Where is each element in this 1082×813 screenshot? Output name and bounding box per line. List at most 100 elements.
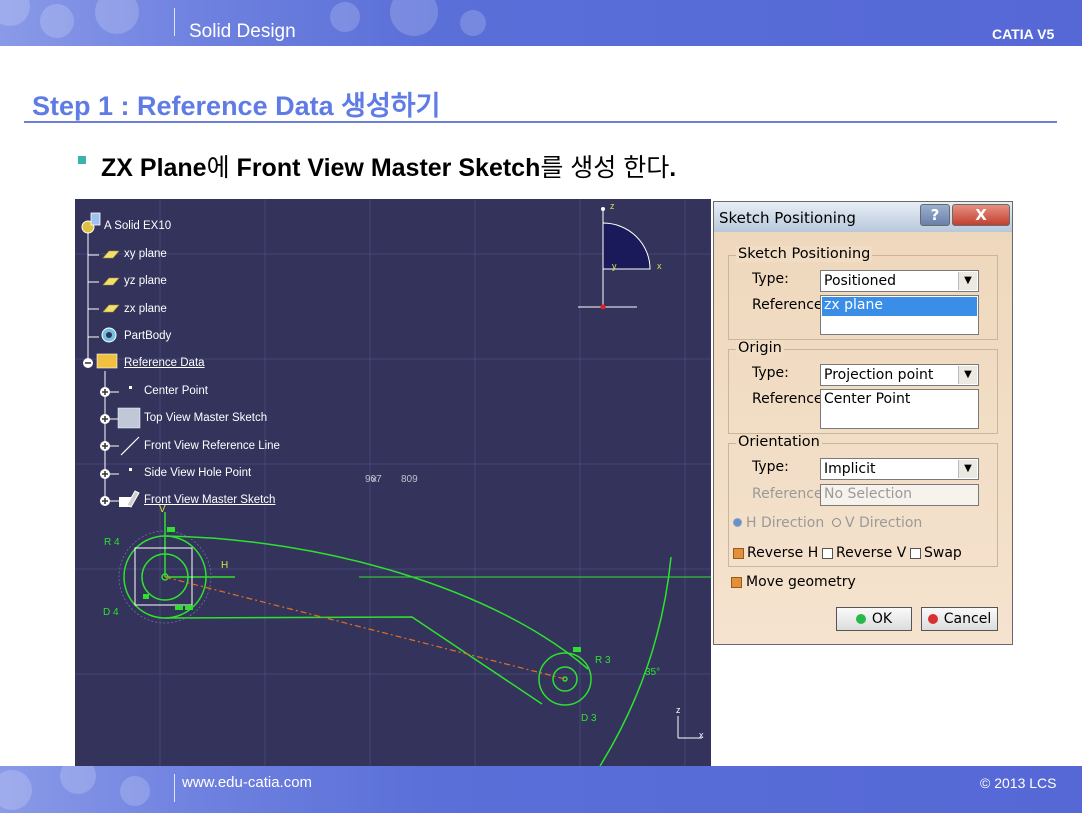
chevron-down-icon[interactable]: ▼: [958, 366, 977, 384]
tree-child-front-view-reference-line[interactable]: Front View Reference Line: [144, 440, 280, 452]
sp-type-select[interactable]: Positioned ▼: [820, 270, 979, 292]
construction-line: [164, 576, 566, 680]
origin-reference-value[interactable]: Center Point: [822, 391, 977, 410]
orientation-reference-field: No Selection: [820, 484, 979, 506]
instruction-period: .: [669, 154, 677, 182]
title-divider: [24, 121, 1057, 123]
orientation-type-select[interactable]: Implicit ▼: [820, 458, 979, 480]
origin-type-value: Projection point: [824, 367, 934, 383]
origin-type-label: Type:: [752, 365, 789, 381]
plane-icon: [102, 304, 120, 313]
tree-child-top-view-master-sketch[interactable]: Top View Master Sketch: [144, 412, 267, 424]
reverse-v-checkbox[interactable]: [822, 548, 833, 559]
cursor-readout-x: 907: [365, 474, 382, 485]
geometrical-set-icon: [96, 353, 118, 369]
compass-z-label: z: [610, 201, 615, 211]
reverse-h-label: Reverse H: [747, 545, 819, 561]
dialog-title: Sketch Positioning: [719, 209, 856, 227]
instruction-text: ZX Plane에 Front View Master Sketch를 생성 한…: [101, 148, 676, 184]
orientation-reference-value: No Selection: [824, 486, 913, 502]
compass-x-label: x: [657, 261, 662, 271]
instruction-bold-1: ZX Plane: [101, 154, 207, 182]
dimension-r3[interactable]: R 3: [595, 655, 611, 666]
move-geometry-checkbox[interactable]: [731, 577, 742, 588]
sketch-icon: [119, 490, 140, 508]
point-icon: [129, 468, 132, 471]
cancel-label: Cancel: [943, 611, 992, 627]
tree-root-label[interactable]: A Solid EX10: [104, 220, 171, 232]
sp-type-label: Type:: [752, 271, 789, 287]
reverse-h-checkbox[interactable]: [733, 548, 744, 559]
plane-icon: [102, 277, 120, 286]
dimension-d4[interactable]: D 4: [103, 607, 119, 618]
dimension-d3[interactable]: D 3: [581, 713, 597, 724]
axis-z-label: z: [676, 705, 681, 715]
origin-reference-field[interactable]: Center Point: [820, 389, 979, 429]
footer-bar: www.edu-catia.com © 2013 LCS: [0, 766, 1082, 813]
sp-reference-value[interactable]: zx plane: [822, 297, 977, 316]
tree-item-reference-data[interactable]: Reference Data: [124, 357, 205, 369]
help-button[interactable]: ?: [920, 204, 950, 226]
dimension-r4[interactable]: R 4: [104, 537, 120, 548]
sp-type-value: Positioned: [824, 273, 897, 289]
orientation-group-title: Orientation: [736, 434, 822, 450]
instruction-normal-1: 에: [206, 154, 237, 182]
compass-y-label: y: [612, 261, 617, 271]
ok-button[interactable]: OK: [836, 607, 912, 631]
tree-child-side-view-hole-point[interactable]: Side View Hole Point: [144, 467, 251, 479]
dialog-titlebar[interactable]: Sketch Positioning ? X: [714, 202, 1012, 232]
axis-x-label: x: [699, 730, 704, 740]
cancel-icon: [927, 614, 938, 624]
sketch-positioning-dialog: Sketch Positioning ? X Sketch Positionin…: [713, 201, 1013, 645]
instruction-normal-2: 를 생성 한다: [540, 154, 670, 182]
orientation-reference-label: Reference:: [752, 486, 828, 502]
course-title: Solid Design: [189, 21, 296, 42]
sketch-geometry: [123, 512, 711, 766]
sp-reference-label: Reference:: [752, 297, 828, 313]
swap-checkbox[interactable]: [910, 548, 921, 559]
orientation-type-value: Implicit: [824, 461, 876, 477]
h-direction-label: H Direction: [746, 515, 825, 531]
constraint-icons: [143, 527, 581, 652]
cursor-readout-y: 809: [401, 474, 418, 485]
bullet-icon: [78, 156, 86, 164]
tree-item-xy-plane[interactable]: xy plane: [124, 248, 167, 260]
product-title: CATIA V5: [992, 26, 1055, 42]
catia-viewport[interactable]: × A Solid EX10 xy plane yz plane zx plan…: [75, 199, 711, 766]
sketch-positioning-group-title: Sketch Positioning: [736, 246, 873, 262]
step-title: Step 1 : Reference Data 생성하기: [32, 91, 441, 121]
sketch-v-axis-label: V: [159, 504, 166, 515]
origin-group-title: Origin: [736, 340, 784, 356]
sketch-h-axis-label: H: [221, 560, 229, 571]
tree-item-zx-plane[interactable]: zx plane: [124, 303, 167, 315]
swap-label: Swap: [924, 545, 962, 561]
line-icon: [120, 436, 140, 456]
header-bar: Solid Design CATIA V5: [0, 0, 1082, 46]
ok-icon: [855, 614, 866, 624]
origin-reference-label: Reference:: [752, 391, 828, 407]
sp-reference-field[interactable]: zx plane: [820, 295, 979, 335]
tree-item-yz-plane[interactable]: yz plane: [124, 275, 167, 287]
v-direction-label: V Direction: [845, 515, 923, 531]
ok-label: OK: [871, 611, 893, 627]
origin-type-select[interactable]: Projection point ▼: [820, 364, 979, 386]
website-link[interactable]: www.edu-catia.com: [182, 774, 312, 791]
cancel-button[interactable]: Cancel: [921, 607, 998, 631]
reverse-v-label: Reverse V: [836, 545, 907, 561]
copyright-text: © 2013 LCS: [980, 775, 1057, 791]
sketch-icon: [117, 407, 141, 429]
point-icon: [129, 386, 132, 389]
tree-child-center-point[interactable]: Center Point: [144, 385, 208, 397]
chevron-down-icon[interactable]: ▼: [958, 460, 977, 478]
viewport-graphics: ×: [75, 199, 711, 766]
part-body-icon: [101, 327, 117, 343]
move-geometry-label: Move geometry: [746, 574, 856, 590]
chevron-down-icon[interactable]: ▼: [958, 272, 977, 290]
tree-item-partbody[interactable]: PartBody: [124, 330, 171, 342]
close-button[interactable]: X: [952, 204, 1010, 226]
dimension-angle[interactable]: 35°: [645, 667, 660, 678]
compass-icon: [578, 207, 651, 310]
instruction-bold-2: Front View Master Sketch: [236, 154, 541, 182]
h-direction-radio: [733, 518, 742, 527]
gear-icon: [81, 212, 101, 234]
